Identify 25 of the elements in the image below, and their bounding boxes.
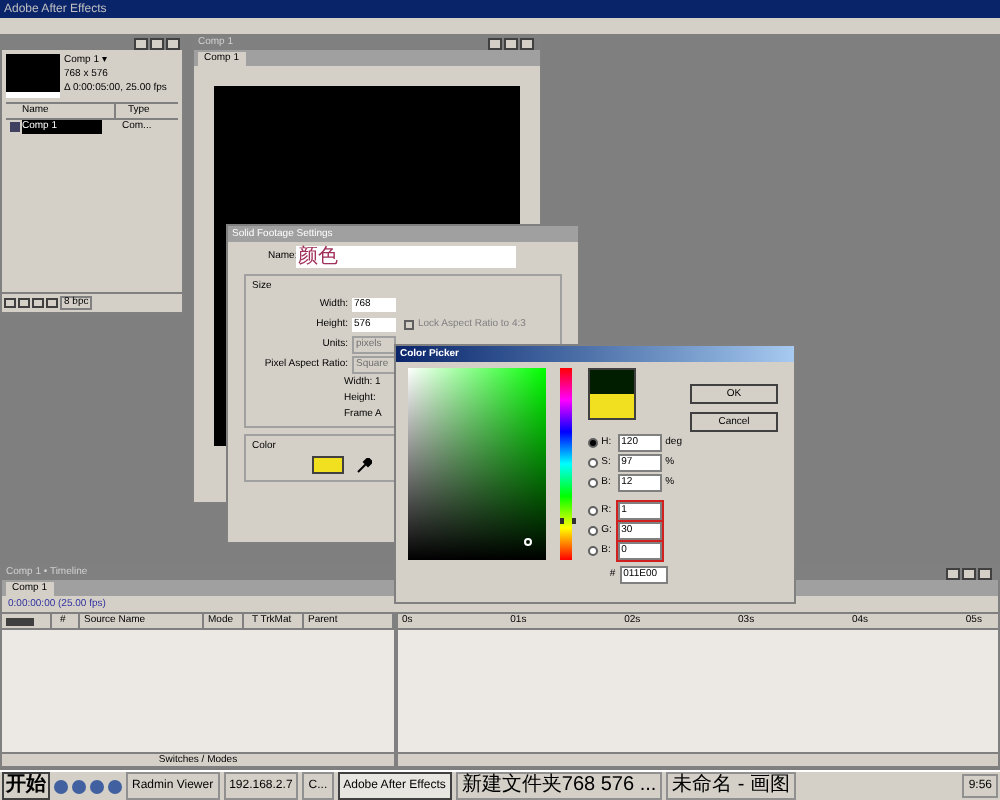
slider-thumb[interactable] [560,518,577,525]
checkbox[interactable] [404,319,414,329]
switches-icon [6,617,34,625]
close-button[interactable] [978,567,992,579]
radio-button[interactable] [587,546,598,556]
color-cursor[interactable] [524,538,533,546]
eyedropper-icon[interactable] [356,457,372,473]
color-swatch[interactable] [312,456,344,474]
composition-icon [10,122,20,132]
color-field[interactable] [408,368,547,560]
radio-button[interactable] [587,506,598,516]
new-color-swatch [589,370,634,394]
hue-slider[interactable] [560,368,572,560]
start-button[interactable]: 开始 [2,772,50,800]
radio-button[interactable] [587,478,598,488]
radio-button[interactable] [587,438,598,448]
current-color-swatch [589,394,634,418]
taskbar-button[interactable]: 新建文件夹768 576 ... [455,772,663,800]
taskbar-button[interactable]: 未命名 - 画图 [666,772,797,800]
thumbnail-preview [6,54,60,98]
radio-button[interactable] [587,526,598,536]
radio-button[interactable] [587,458,598,468]
close-button[interactable] [520,37,534,49]
close-button[interactable] [166,37,180,49]
name-field[interactable]: 颜色 [296,246,516,268]
